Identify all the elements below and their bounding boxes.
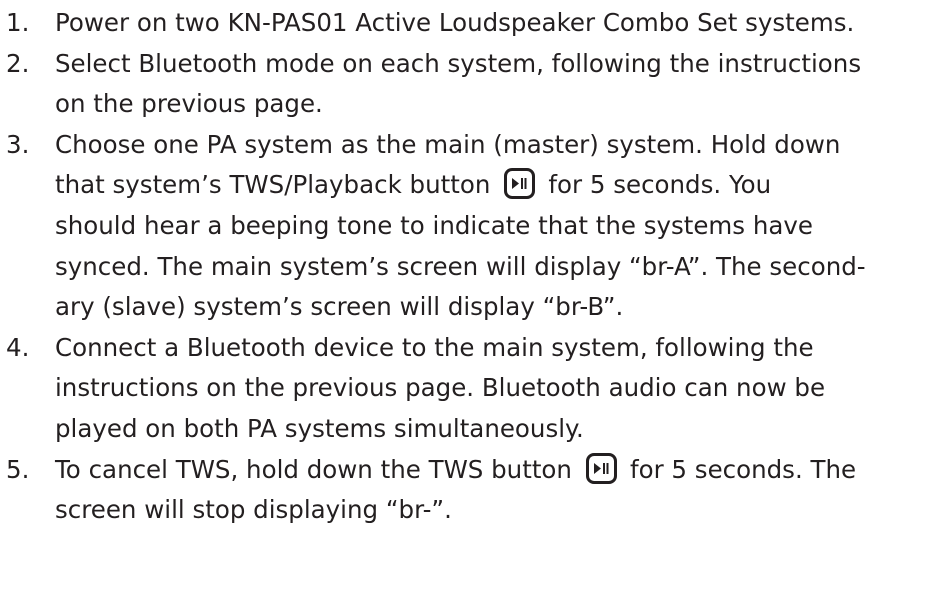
step-text-line: Choose one PA system as the main (master… xyxy=(55,129,841,159)
instruction-list: 1. Power on two KN-PAS01 Active Loudspea… xyxy=(6,3,936,531)
step-text-line: Power on two KN-PAS01 Active Loudspeaker… xyxy=(55,8,855,37)
step-text-line: screen will stop displaying “br-”. xyxy=(55,495,452,525)
step-1: 1. Power on two KN-PAS01 Active Loudspea… xyxy=(6,3,936,44)
step-text-line: instructions on the previous page. Bluet… xyxy=(55,373,826,403)
step-text-line: should hear a beeping tone to indicate t… xyxy=(55,210,813,240)
step-text-segment: for 5 seconds. The xyxy=(629,454,857,484)
step-text-line: ary (slave) system’s screen will display… xyxy=(55,292,624,322)
step-5: 5. To cancel TWS, hold down the TWS butt… xyxy=(6,450,936,531)
step-2: 2. Select Bluetooth mode on each system,… xyxy=(6,44,936,125)
play-pause-icon xyxy=(504,168,536,200)
step-text-line: played on both PA systems simultaneously… xyxy=(55,413,584,443)
step-number: 5. xyxy=(6,454,30,484)
play-pause-icon xyxy=(585,452,617,484)
step-number: 1. xyxy=(6,8,30,37)
step-text-line-with-icon: that system’s TWS/Playback button for 5 s… xyxy=(55,165,936,206)
step-text-line: on the previous page. xyxy=(55,89,323,119)
step-number: 2. xyxy=(6,48,30,78)
step-text-line: Connect a Bluetooth device to the main s… xyxy=(55,332,814,362)
step-number: 3. xyxy=(6,129,30,159)
step-text-line-with-icon: To cancel TWS, hold down the TWS button f… xyxy=(55,450,936,491)
step-number: 4. xyxy=(6,332,30,362)
step-4: 4. Connect a Bluetooth device to the mai… xyxy=(6,328,936,450)
step-text-segment: To cancel TWS, hold down the TWS button xyxy=(55,454,572,484)
step-text-line: synced. The main system’s screen will di… xyxy=(55,251,866,281)
step-3: 3. Choose one PA system as the main (mas… xyxy=(6,125,936,328)
step-text-segment: that system’s TWS/Playback button xyxy=(55,170,491,200)
step-text-line: Select Bluetooth mode on each system, fo… xyxy=(55,48,862,78)
step-text-segment: for 5 seconds. You xyxy=(548,170,772,200)
